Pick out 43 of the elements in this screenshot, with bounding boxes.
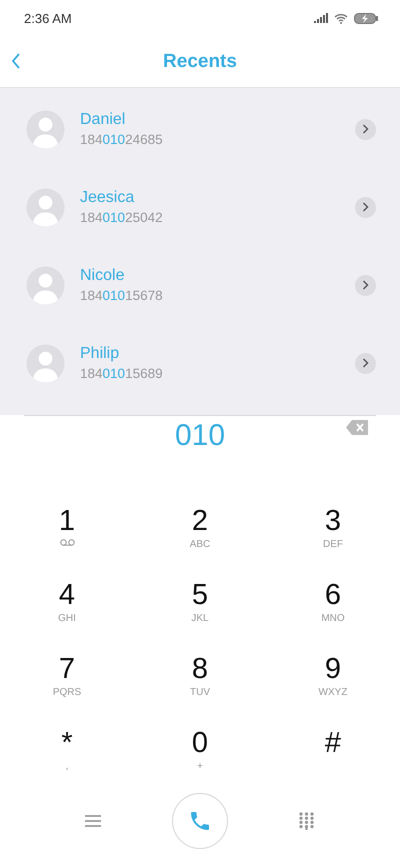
contact-name: Daniel [80, 111, 126, 129]
dial-key[interactable]: 1 [0, 505, 134, 579]
contact-number: 18401015689 [80, 366, 164, 381]
dial-key[interactable]: 4 GHI [0, 579, 134, 653]
avatar-icon [26, 344, 65, 382]
contact-name: Nicole [80, 267, 126, 285]
dial-key[interactable]: 6 MNO [266, 579, 400, 653]
chevron-right-icon [362, 202, 369, 212]
dial-key[interactable]: 5 JKL [134, 579, 266, 653]
avatar-icon [26, 188, 65, 226]
contact-number: 18401025042 [80, 210, 164, 225]
dial-key[interactable]: 9 WXYZ [266, 653, 400, 727]
voicemail-icon [60, 539, 74, 547]
keypad-icon [299, 812, 314, 830]
contact-name: Jeesica [80, 189, 136, 207]
contact-number: 18401015678 [80, 288, 164, 303]
dial-key[interactable]: 8 TUV [134, 653, 266, 727]
dial-key[interactable]: * , [0, 727, 134, 801]
contact-name: Philip [80, 345, 120, 363]
dialed-number: 010 [174, 418, 226, 452]
dial-key[interactable]: 7 PQRS [0, 653, 134, 727]
chevron-right-icon [362, 124, 369, 134]
backspace-button[interactable] [346, 420, 368, 435]
back-icon [10, 52, 22, 70]
details-button[interactable] [355, 118, 376, 140]
details-button[interactable] [355, 274, 376, 296]
wifi-icon [334, 12, 348, 24]
chevron-right-icon [362, 358, 369, 368]
dial-key[interactable]: 2 ABC [134, 505, 266, 579]
details-button[interactable] [355, 352, 376, 374]
signal-icon [314, 13, 328, 23]
contact-number: 18401024685 [80, 132, 164, 147]
avatar-icon [26, 266, 65, 304]
status-time: 2:36 AM [24, 10, 72, 26]
chevron-right-icon [362, 280, 369, 290]
dial-key[interactable]: 3 DEF [266, 505, 400, 579]
menu-icon [85, 814, 102, 828]
screen-title: Recents [163, 50, 237, 72]
dial-key[interactable]: # [266, 727, 400, 801]
avatar-icon [26, 110, 65, 148]
details-button[interactable] [355, 196, 376, 218]
dial-key[interactable]: 0 + [134, 727, 266, 801]
battery-icon [354, 12, 378, 24]
